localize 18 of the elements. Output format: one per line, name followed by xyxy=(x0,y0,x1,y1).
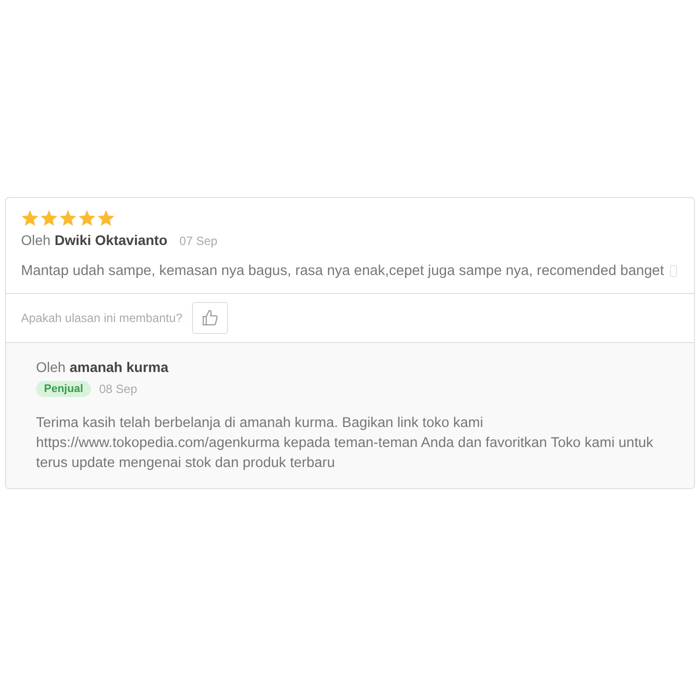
reply-text: Terima kasih telah berbelanja di amanah kurma. Bagikan link toko kami https://www.tokopedia.com/agenkurma kepada teman-teman Anda dan favoritkan Toko kami untuk terus update mengenai stok dan produk terbaru xyxy=(36,414,654,473)
image-thumbnail-icon xyxy=(670,265,677,277)
reviewer-name: Dwiki Oktavianto xyxy=(54,232,168,248)
helpful-question: Apakah ulasan ini membantu? xyxy=(21,311,182,325)
review-text: Mantap udah sampe, kemasan nya bagus, rasa nya enak,cepet juga sampe nya, recomended banget xyxy=(21,263,664,279)
by-label: Oleh xyxy=(36,359,66,375)
star-icon xyxy=(78,210,96,227)
star-icon xyxy=(59,210,77,227)
star-icon xyxy=(97,210,115,227)
thumbs-up-icon xyxy=(201,309,220,327)
seller-badge: Penjual xyxy=(36,381,92,397)
star-icon xyxy=(40,210,58,227)
review-date: 07 Sep xyxy=(179,234,218,248)
reply-date: 08 Sep xyxy=(99,382,138,396)
star-icon xyxy=(21,210,39,227)
seller-name: amanah kurma xyxy=(70,359,168,375)
like-button[interactable] xyxy=(192,302,228,334)
by-label: Oleh xyxy=(21,232,51,248)
